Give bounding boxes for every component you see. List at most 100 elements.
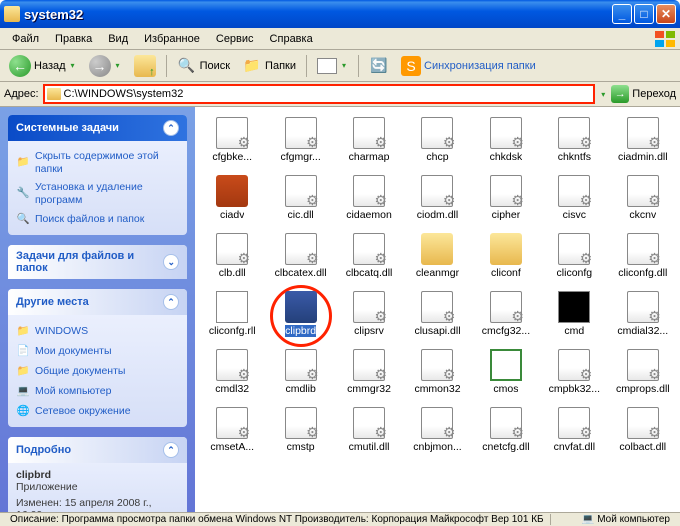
file-item[interactable]: clipbrd	[267, 289, 333, 339]
sidebar-place-item[interactable]: 📁Общие документы	[16, 361, 179, 381]
file-item[interactable]: ciodm.dll	[404, 173, 470, 223]
file-label: clusapi.dll	[414, 325, 460, 337]
details-header[interactable]: Подробно	[8, 437, 187, 463]
file-item[interactable]: cidaemon	[336, 173, 402, 223]
address-input[interactable]: C:\WINDOWS\system32	[43, 84, 596, 104]
file-item[interactable]: cmos	[473, 347, 539, 397]
menu-help[interactable]: Справка	[262, 31, 321, 47]
file-item[interactable]: cmmgr32	[336, 347, 402, 397]
forward-button[interactable]: → ▾	[84, 52, 127, 80]
file-label: cnvfat.dll	[554, 441, 595, 453]
file-item[interactable]: clb.dll	[199, 231, 265, 281]
file-item[interactable]: cnvfat.dll	[541, 405, 607, 455]
panel-title: Системные задачи	[16, 122, 119, 134]
back-button[interactable]: ← Назад ▾	[4, 52, 82, 80]
file-item[interactable]: clbcatex.dll	[267, 231, 333, 281]
file-item[interactable]: cmpbk32...	[541, 347, 607, 397]
file-item[interactable]: ckcnv	[610, 173, 676, 223]
other-places-header[interactable]: Другие места	[8, 289, 187, 315]
minimize-button[interactable]: _	[612, 4, 632, 24]
close-button[interactable]: ✕	[656, 4, 676, 24]
address-dropdown[interactable]: ▾	[599, 90, 607, 99]
file-item[interactable]: ciadmin.dll	[610, 115, 676, 165]
file-label: cmdlib	[285, 383, 315, 395]
file-item[interactable]: colbact.dll	[610, 405, 676, 455]
sync-text-button[interactable]: S Синхронизация папки	[396, 53, 541, 79]
views-button[interactable]: ▾	[312, 55, 353, 77]
address-label: Адрес:	[4, 88, 39, 100]
file-item[interactable]: cliconfg	[541, 231, 607, 281]
file-icon	[558, 291, 590, 323]
sidebar-place-item[interactable]: 💻Мой компьютер	[16, 381, 179, 401]
file-item[interactable]: clbcatq.dll	[336, 231, 402, 281]
menu-favorites[interactable]: Избранное	[136, 31, 208, 47]
task-icon: 📁	[16, 156, 30, 170]
sync-icon-button[interactable]: 🔄	[364, 53, 394, 79]
file-label: ciodm.dll	[417, 209, 458, 221]
file-icon	[490, 175, 522, 207]
file-item[interactable]: cmdial32...	[610, 289, 676, 339]
dropdown-icon[interactable]: ▾	[114, 61, 122, 70]
file-item[interactable]: cfgbke...	[199, 115, 265, 165]
file-item[interactable]: cisvc	[541, 173, 607, 223]
file-icon	[421, 117, 453, 149]
dropdown-icon[interactable]: ▾	[69, 61, 77, 70]
folders-button[interactable]: 📁 Папки	[237, 53, 301, 79]
separator	[358, 55, 359, 77]
title-bar: system32 _ □ ✕	[0, 0, 680, 28]
file-label: ckcnv	[629, 209, 656, 221]
file-item[interactable]: cic.dll	[267, 173, 333, 223]
sidebar-task-item[interactable]: 🔧Установка и удаление программ	[16, 178, 179, 209]
file-item[interactable]: clusapi.dll	[404, 289, 470, 339]
file-item[interactable]: chkntfs	[541, 115, 607, 165]
menu-tools[interactable]: Сервис	[208, 31, 262, 47]
file-item[interactable]: cmmon32	[404, 347, 470, 397]
file-item[interactable]: cmsetA...	[199, 405, 265, 455]
file-label: colbact.dll	[619, 441, 666, 453]
sidebar-place-item[interactable]: 📄Мои документы	[16, 341, 179, 361]
file-item[interactable]: cliconfg.rll	[199, 289, 265, 339]
menu-view[interactable]: Вид	[100, 31, 136, 47]
sidebar-place-item[interactable]: 📁WINDOWS	[16, 321, 179, 341]
sync-icon: 🔄	[369, 56, 389, 76]
file-tasks-header[interactable]: Задачи для файлов и папок	[8, 245, 187, 279]
file-item[interactable]: chkdsk	[473, 115, 539, 165]
collapse-icon	[163, 294, 179, 310]
menu-edit[interactable]: Правка	[47, 31, 100, 47]
file-item[interactable]: cmdl32	[199, 347, 265, 397]
file-item[interactable]: cleanmgr	[404, 231, 470, 281]
sidebar-task-item[interactable]: 🔍Поиск файлов и папок	[16, 209, 179, 229]
file-item[interactable]: cmdlib	[267, 347, 333, 397]
file-item[interactable]: chcp	[404, 115, 470, 165]
sidebar-task-item[interactable]: 📁Скрыть содержимое этой папки	[16, 147, 179, 178]
file-item[interactable]: cipher	[473, 173, 539, 223]
system-tasks-header[interactable]: Системные задачи	[8, 115, 187, 141]
menu-file[interactable]: Файл	[4, 31, 47, 47]
file-item[interactable]: cliconf	[473, 231, 539, 281]
file-item[interactable]: cmutil.dll	[336, 405, 402, 455]
file-item[interactable]: cfgmgr...	[267, 115, 333, 165]
search-button[interactable]: 🔍 Поиск	[172, 53, 235, 79]
file-label: cmdial32...	[617, 325, 668, 337]
file-item[interactable]: clipsrv	[336, 289, 402, 339]
file-label: cmos	[493, 383, 518, 395]
up-button[interactable]	[129, 52, 161, 80]
go-button[interactable]: → Переход	[611, 85, 676, 103]
file-item[interactable]: cmcfg32...	[473, 289, 539, 339]
file-item[interactable]: cmprops.dll	[610, 347, 676, 397]
file-item[interactable]: cnetcfg.dll	[473, 405, 539, 455]
file-item[interactable]: ciadv	[199, 173, 265, 223]
file-pane[interactable]: cfgbke...cfgmgr...charmapchcpchkdskchknt…	[195, 107, 680, 512]
file-item[interactable]: cnbjmon...	[404, 405, 470, 455]
place-icon: 💻	[16, 384, 30, 398]
file-item[interactable]: cliconfg.dll	[610, 231, 676, 281]
file-item[interactable]: cmstp	[267, 405, 333, 455]
file-item[interactable]: cmd	[541, 289, 607, 339]
file-icon	[490, 117, 522, 149]
maximize-button[interactable]: □	[634, 4, 654, 24]
file-icon	[421, 233, 453, 265]
panel-title: Другие места	[16, 296, 89, 308]
file-item[interactable]: charmap	[336, 115, 402, 165]
dropdown-icon[interactable]: ▾	[340, 61, 348, 70]
sidebar-place-item[interactable]: 🌐Сетевое окружение	[16, 401, 179, 421]
